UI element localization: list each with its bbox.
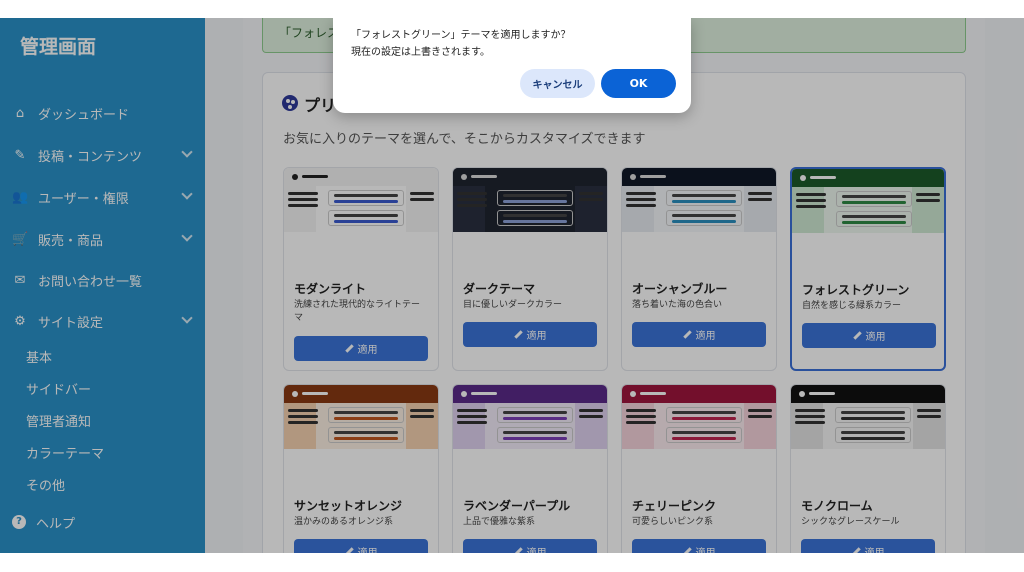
- dialog-submessage: 現在の設定は上書きされます。: [351, 47, 490, 58]
- dialog-message: 「フォレストグリーン」テーマを適用しますか？: [351, 30, 571, 41]
- confirm-dialog: 「フォレストグリーン」テーマを適用しますか？ 現在の設定は上書きされます。 キャ…: [333, 18, 691, 113]
- ok-button[interactable]: OK: [601, 69, 676, 98]
- cancel-button[interactable]: キャンセル: [520, 69, 595, 98]
- app-window: 管理画面 ⌂ ダッシュボード ✎ 投稿・コンテンツ 👥 ユーザー・権限 🛒 販売・商品 ✉ お問い…: [0, 18, 1024, 553]
